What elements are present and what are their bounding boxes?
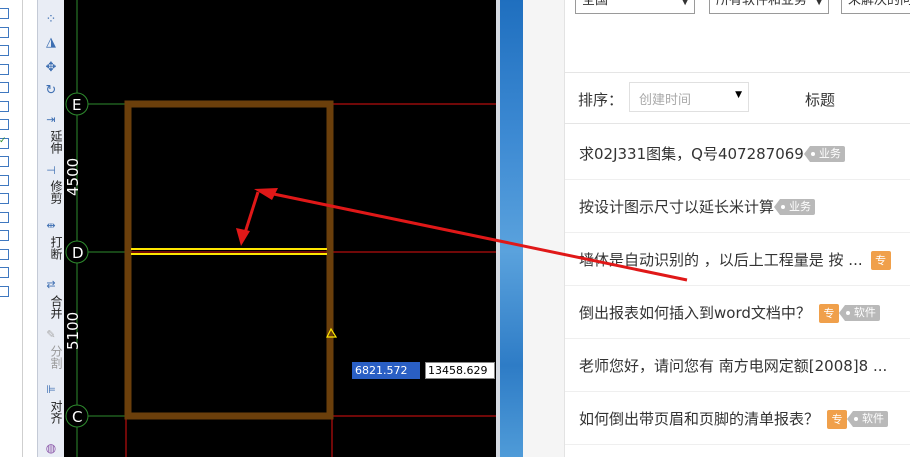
align-icon: ⊫	[46, 383, 56, 396]
question-title[interactable]: 老师您好，请问您有 南方电网定额[2008]8 ...	[579, 357, 887, 375]
qa-panel: 全国 ▼ 所有软件和业务 ▼ 未解决的问题 排序： 创建时间 ▼ 标题 求02J…	[523, 0, 910, 457]
layer-checkbox[interactable]	[0, 211, 9, 223]
question-title[interactable]: 按设计图示尺寸以延长米计算	[579, 198, 774, 216]
question-title[interactable]: 倒出报表如何插入到word文档中？	[579, 304, 811, 322]
background-window-strip	[500, 0, 523, 457]
axis-label-e: E	[72, 96, 81, 114]
break-icon: ⇹	[46, 219, 56, 232]
category-tag[interactable]: 软件	[838, 305, 880, 321]
layer-checkbox[interactable]	[0, 267, 9, 278]
software-filter-value: 所有软件和业务	[716, 0, 808, 8]
merge-icon: ⇄	[46, 278, 56, 291]
layer-checkbox[interactable]	[0, 285, 9, 297]
sort-by-title-link[interactable]: 标题	[805, 89, 835, 110]
layer-checkbox[interactable]	[0, 193, 9, 204]
align-button[interactable]: 对齐	[41, 400, 63, 424]
status-filter-select[interactable]: 未解决的问题	[841, 0, 910, 14]
question-title[interactable]: 如何倒出带页眉和页脚的清单报表？	[579, 410, 819, 428]
layer-checkbox[interactable]	[0, 119, 9, 130]
palette-icon[interactable]: ◍	[43, 440, 59, 456]
layer-checkbox[interactable]	[0, 8, 9, 19]
move-icon[interactable]: ✥	[43, 60, 59, 76]
question-row[interactable]: 如何倒出带页眉和页脚的清单报表？ 专软件	[565, 392, 910, 445]
layer-checkbox[interactable]	[0, 100, 9, 112]
rotate-icon[interactable]: ↻	[43, 83, 59, 99]
region-filter-select[interactable]: 全国 ▼	[575, 0, 695, 14]
dropdown-arrow-icon: ▼	[735, 90, 742, 100]
coordinate-y-input[interactable]: 13458.629	[425, 362, 495, 379]
sort-bar: 排序： 创建时间 ▼ 标题	[565, 72, 910, 124]
cad-canvas[interactable]: E D C 4500 5100 6821.572 13458.629	[64, 0, 496, 457]
layer-checkbox[interactable]	[0, 26, 9, 38]
question-row[interactable]: 墙体是自动识别的 ，以后上工程量是 按 ... 专	[565, 233, 910, 286]
layer-checkbox[interactable]	[0, 82, 9, 93]
dimension-4500: 4500	[64, 158, 82, 196]
layer-checkbox[interactable]	[0, 63, 9, 75]
layer-checkbox[interactable]	[0, 174, 9, 186]
expert-tag[interactable]: 专	[827, 410, 848, 429]
category-tag[interactable]: 软件	[847, 411, 889, 427]
question-title[interactable]: 求02J331图集，Q号407287069	[579, 145, 804, 163]
extend-icon: ⇥	[46, 113, 56, 126]
layer-checkbox[interactable]	[0, 45, 9, 56]
split-button[interactable]: 分割	[41, 345, 63, 369]
extend-button[interactable]: 延伸	[41, 130, 63, 154]
merge-button[interactable]: 合并	[41, 295, 63, 319]
drawing-svg: E D C 4500 5100	[64, 0, 496, 457]
category-tag[interactable]: 业务	[774, 199, 816, 215]
layer-checkbox-strip	[0, 0, 23, 457]
break-button[interactable]: 打断	[41, 236, 63, 260]
layer-checkbox[interactable]	[0, 230, 9, 241]
question-row[interactable]: 求02J331图集，Q号407287069 业务	[565, 127, 910, 180]
dropdown-arrow-icon: ▼	[815, 0, 823, 7]
expert-tag[interactable]: 专	[870, 251, 891, 270]
trim-icon: ⊣	[46, 164, 56, 177]
sort-select[interactable]: 创建时间 ▼	[629, 82, 749, 112]
question-title[interactable]: 墙体是自动识别的 ，以后上工程量是 按 ...	[579, 251, 863, 269]
dimension-5100: 5100	[64, 312, 82, 350]
join-icon[interactable]: ⁘	[43, 12, 59, 28]
qa-list-container: 全国 ▼ 所有软件和业务 ▼ 未解决的问题 排序： 创建时间 ▼ 标题 求02J…	[564, 0, 910, 457]
axis-label-c: C	[72, 408, 82, 426]
mirror-icon[interactable]: ◮	[43, 35, 59, 51]
layer-checkbox[interactable]	[0, 136, 9, 149]
edit-toolbar: ⁘ ◮ ✥ ↻ ⇥ 延伸 ⊣ 修剪 ⇹ 打断 ⇄ 合并 ✎ 分割 ⊫ 对齐 ◍	[37, 0, 66, 457]
question-row[interactable]: 倒出报表如何插入到word文档中？ 专软件	[565, 286, 910, 339]
sort-select-value: 创建时间	[639, 93, 692, 108]
wall-outline	[124, 100, 334, 420]
software-filter-select[interactable]: 所有软件和业务 ▼	[709, 0, 829, 14]
trim-button[interactable]: 修剪	[41, 180, 63, 204]
axis-label-d: D	[72, 244, 84, 262]
question-row[interactable]: 老师您好，请问您有 南方电网定额[2008]8 ...	[565, 339, 910, 392]
layer-checkbox[interactable]	[0, 156, 9, 167]
coordinate-x-input[interactable]: 6821.572	[352, 362, 420, 379]
region-filter-value: 全国	[582, 0, 609, 8]
category-tag[interactable]: 业务	[803, 146, 845, 162]
expert-tag[interactable]: 专	[818, 304, 839, 323]
dropdown-arrow-icon: ▼	[681, 0, 689, 7]
layer-checkbox[interactable]	[0, 248, 9, 260]
status-filter-value: 未解决的问题	[848, 0, 910, 8]
question-row[interactable]: 按设计图示尺寸以延长米计算 业务	[565, 180, 910, 233]
split-icon: ✎	[46, 328, 56, 341]
sort-label: 排序：	[578, 91, 624, 109]
